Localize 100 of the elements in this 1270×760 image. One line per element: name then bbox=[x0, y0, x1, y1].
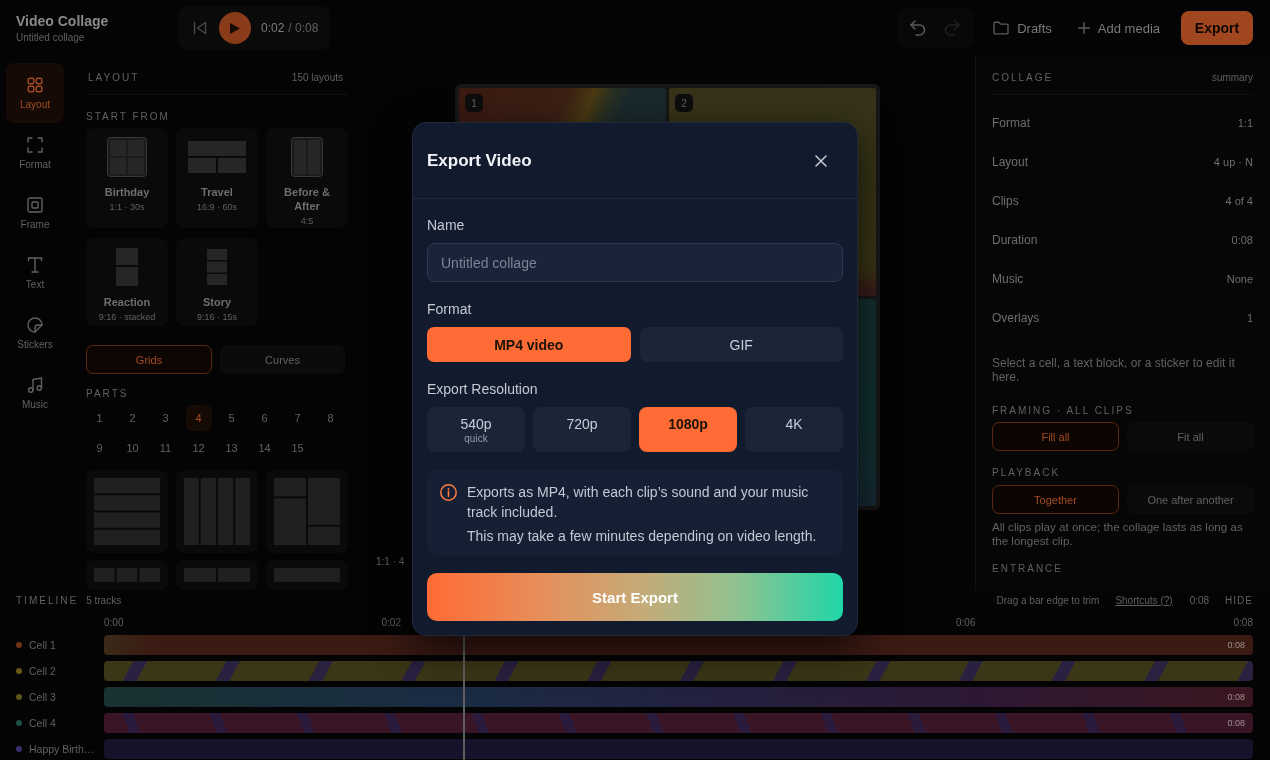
part-count-option[interactable]: 10 bbox=[119, 435, 146, 461]
property-value: None bbox=[1226, 272, 1253, 285]
track-name: Cell 3 bbox=[29, 691, 56, 703]
resolution-option[interactable]: 4K bbox=[745, 407, 843, 452]
segmented-option[interactable]: Fill all bbox=[992, 422, 1119, 451]
dialog-title: Export Video bbox=[427, 150, 532, 171]
track-name: Cell 1 bbox=[29, 639, 56, 651]
template-card[interactable]: Story 9:16 · 15s bbox=[176, 238, 258, 326]
ruler-label: 0:08 bbox=[1233, 617, 1253, 629]
text-icon bbox=[27, 256, 43, 273]
segmented-option[interactable]: One after another bbox=[1127, 485, 1254, 514]
section-label: ENTRANCE bbox=[992, 564, 1063, 574]
template-card[interactable]: Before & After 4:5 bbox=[266, 128, 348, 228]
app-title: Video Collage bbox=[16, 13, 109, 29]
part-count-option[interactable]: 1 bbox=[86, 405, 113, 431]
format-option[interactable]: GIF bbox=[639, 327, 843, 362]
layout-option[interactable] bbox=[266, 560, 348, 590]
three-panel-layout-icon bbox=[188, 141, 246, 173]
corner-brackets-icon bbox=[27, 136, 43, 153]
panel-title: COLLAGE bbox=[992, 73, 1054, 83]
undo-icon[interactable] bbox=[910, 20, 927, 36]
part-count-option[interactable]: 13 bbox=[218, 435, 245, 461]
start-export-button[interactable]: Start Export bbox=[427, 573, 843, 621]
clip-duration: 0:08 bbox=[1227, 640, 1245, 650]
drafts-button[interactable]: Drafts bbox=[983, 11, 1062, 45]
part-count-option[interactable]: 7 bbox=[284, 405, 311, 431]
layout-option[interactable] bbox=[176, 470, 258, 553]
clip-bar[interactable] bbox=[104, 661, 1253, 681]
resolution-option[interactable]: 720p bbox=[533, 407, 631, 452]
rail-tab[interactable]: Stickers bbox=[6, 303, 64, 363]
layout-option[interactable] bbox=[86, 470, 168, 553]
template-card[interactable]: Birthday 1:1 · 30s bbox=[86, 128, 168, 228]
property-label: Duration bbox=[992, 232, 1038, 247]
template-card[interactable]: Travel 16:9 · 60s bbox=[176, 128, 258, 228]
plus-icon bbox=[1077, 22, 1090, 34]
clip-bar[interactable]: 0:08 bbox=[104, 635, 1253, 655]
ruler-label: 0:06 bbox=[956, 617, 976, 629]
layout-option[interactable] bbox=[176, 560, 258, 590]
field-label: Name bbox=[427, 217, 465, 233]
rail-tab[interactable]: Layout bbox=[6, 63, 64, 123]
project-name: Untitled collage bbox=[16, 32, 85, 43]
three-row-layout-icon bbox=[207, 249, 227, 285]
format-option[interactable]: MP4 video bbox=[427, 327, 631, 362]
framed-square-icon bbox=[27, 196, 43, 213]
section-label: PARTS bbox=[86, 389, 129, 399]
property-label: Format bbox=[992, 115, 1030, 130]
layout-option[interactable] bbox=[86, 560, 168, 590]
ruler-label: 0:00 bbox=[104, 617, 124, 629]
segmented-option[interactable]: Fit all bbox=[1127, 422, 1254, 451]
section-label: START FROM bbox=[86, 112, 170, 122]
property-value: 1:1 bbox=[1237, 116, 1253, 129]
skip-back-icon[interactable] bbox=[193, 21, 207, 35]
part-count-option[interactable]: 11 bbox=[152, 435, 179, 461]
rail-tab[interactable]: Music bbox=[6, 363, 64, 423]
four-panel-grid-icon bbox=[107, 137, 147, 177]
rail-tab[interactable]: Format bbox=[6, 123, 64, 183]
close-icon[interactable] bbox=[815, 154, 827, 167]
part-count-option[interactable]: 9 bbox=[86, 435, 113, 461]
add-media-button[interactable]: Add media bbox=[1067, 11, 1170, 45]
shortcuts-link[interactable]: Shortcuts (?) bbox=[1115, 594, 1173, 606]
segmented-option[interactable]: Together bbox=[992, 485, 1119, 514]
rail-tab[interactable]: Frame bbox=[6, 183, 64, 243]
layout-count: 150 layouts bbox=[291, 72, 343, 84]
part-count-option[interactable]: 8 bbox=[317, 405, 344, 431]
resolution-option[interactable]: 540p quick bbox=[427, 407, 525, 452]
part-count-option[interactable]: 15 bbox=[284, 435, 311, 461]
clip-bar[interactable]: 0:08 bbox=[104, 687, 1253, 707]
info-text: Exports as MP4, with each clip’s sound and your music track included. bbox=[467, 483, 810, 522]
current-time: 0:02 bbox=[261, 21, 285, 35]
hide-button[interactable]: HIDE bbox=[1225, 594, 1253, 606]
section-label: PLAYBACK bbox=[992, 468, 1061, 478]
total-duration: 0:08 bbox=[1189, 594, 1210, 606]
part-count-option[interactable]: 3 bbox=[152, 405, 179, 431]
grid-icon bbox=[27, 76, 43, 93]
sticker-icon bbox=[27, 316, 43, 333]
template-card[interactable]: Reaction 9:16 · stacked bbox=[86, 238, 168, 326]
property-value: 4 of 4 bbox=[1225, 194, 1253, 207]
clip-duration: 0:08 bbox=[1227, 718, 1245, 728]
part-count-option[interactable]: 12 bbox=[185, 435, 212, 461]
part-count-option[interactable]: 2 bbox=[119, 405, 146, 431]
play-button[interactable] bbox=[219, 12, 251, 44]
grid-style-tab[interactable]: Curves bbox=[220, 345, 345, 374]
section-label: FRAMING · ALL CLIPS bbox=[992, 406, 1134, 416]
ruler-label: 0:02 bbox=[381, 617, 401, 629]
info-text: This may take a few minutes depending on video length. bbox=[467, 527, 818, 546]
export-button[interactable]: Export bbox=[1181, 11, 1253, 45]
part-count-option[interactable]: 6 bbox=[251, 405, 278, 431]
grid-style-tab[interactable]: Grids bbox=[86, 345, 212, 374]
resolution-option[interactable]: 1080p bbox=[639, 407, 737, 452]
track-count: 5 tracks bbox=[86, 594, 122, 606]
layout-option[interactable] bbox=[266, 470, 348, 553]
track-name: Cell 4 bbox=[29, 717, 56, 729]
name-input[interactable]: Untitled collage bbox=[427, 243, 843, 282]
property-label: Music bbox=[992, 271, 1024, 286]
clip-bar[interactable]: 0:08 bbox=[104, 713, 1253, 733]
rail-tab[interactable]: Text bbox=[6, 243, 64, 303]
part-count-option[interactable]: 14 bbox=[251, 435, 278, 461]
part-count-option[interactable]: 5 bbox=[218, 405, 245, 431]
panel-title: LAYOUT bbox=[88, 73, 140, 83]
part-count-option[interactable]: 4 bbox=[185, 405, 212, 431]
